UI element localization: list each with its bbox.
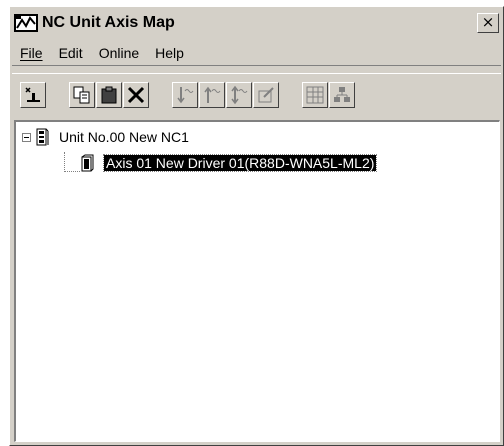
axis-map-tree[interactable]: Unit No.00 New NC1 Axis 01 New Driver 01… (14, 120, 500, 442)
edit-parameters-button[interactable] (253, 82, 279, 108)
upload-button[interactable] (199, 82, 225, 108)
tree-node-label: Unit No.00 New NC1 (59, 129, 189, 145)
copy-icon (73, 86, 90, 104)
paste-button[interactable] (96, 82, 122, 108)
app-icon (14, 13, 38, 32)
window-title: NC Unit Axis Map (42, 13, 175, 31)
nc-unit-icon (36, 128, 49, 146)
menu-online[interactable]: Online (91, 45, 147, 61)
driver-icon (81, 154, 94, 172)
collapse-toggle-icon[interactable] (22, 132, 31, 142)
paste-icon (101, 86, 117, 104)
menu-bar: File Edit Online Help (12, 41, 501, 66)
tree-node-axis[interactable]: Axis 01 New Driver 01(R88D-WNA5L-ML2) (80, 154, 378, 172)
monitor-icon (306, 86, 324, 104)
delete-button[interactable] (123, 82, 149, 108)
download-icon (177, 87, 194, 104)
upload-icon (204, 86, 221, 103)
download-button[interactable] (172, 82, 198, 108)
network-icon (334, 87, 350, 102)
new-unit-icon (25, 87, 40, 102)
close-icon: × (481, 12, 495, 31)
tree-connector (64, 152, 65, 172)
edit-parameters-icon (258, 87, 274, 103)
close-button[interactable]: × (477, 12, 499, 33)
network-button[interactable] (329, 82, 355, 108)
toolbar (12, 73, 501, 118)
compare-button[interactable] (226, 82, 252, 108)
delete-icon (127, 86, 145, 104)
tree-node-label: Axis 01 New Driver 01(R88D-WNA5L-ML2) (102, 154, 378, 172)
new-unit-button[interactable] (20, 82, 46, 108)
monitor-button[interactable] (302, 82, 328, 108)
copy-button[interactable] (69, 82, 95, 108)
tree-node-nc-unit[interactable]: Unit No.00 New NC1 (22, 128, 189, 146)
compare-icon (231, 85, 248, 105)
menu-help[interactable]: Help (147, 45, 192, 61)
app-window: NC Unit Axis Map × File Edit Online Help (9, 6, 504, 446)
tree-connector (64, 171, 80, 172)
menu-edit[interactable]: Edit (51, 45, 91, 61)
menu-file[interactable]: File (12, 45, 51, 61)
title-bar[interactable]: NC Unit Axis Map × (12, 9, 501, 36)
